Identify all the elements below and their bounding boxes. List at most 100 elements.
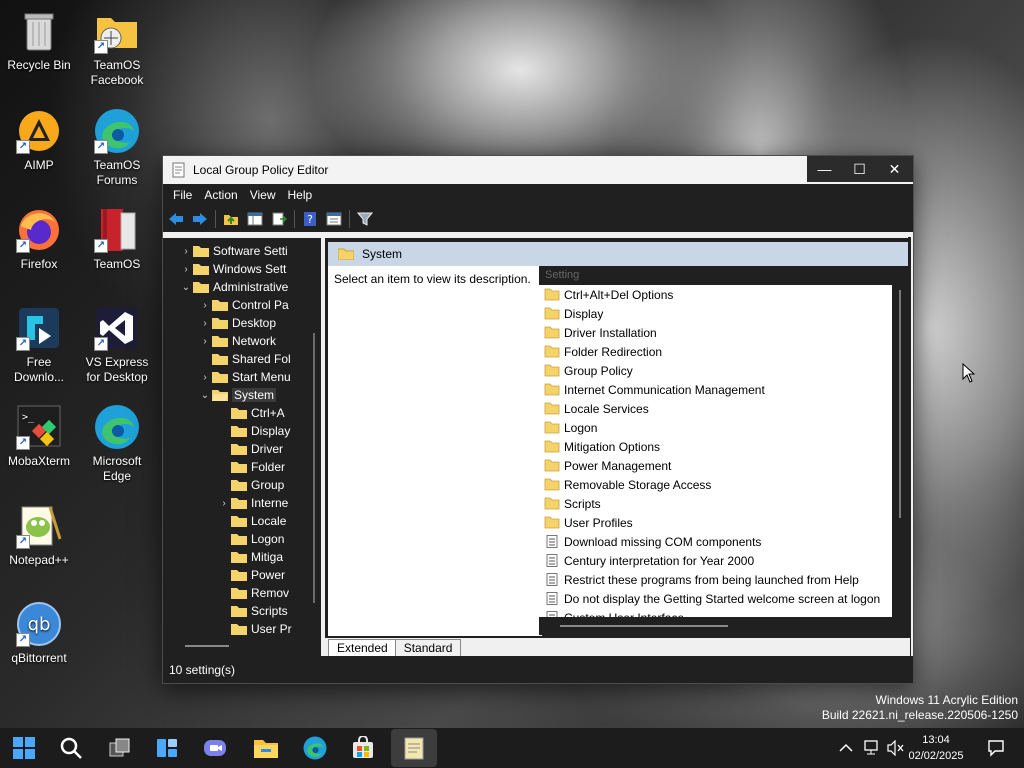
- network-icon[interactable]: [858, 732, 884, 764]
- list-item-setting[interactable]: Custom User Interface: [539, 608, 684, 617]
- desktop-icon-recycle-bin[interactable]: Recycle Bin: [0, 8, 78, 73]
- desktop-icon-teamos[interactable]: ↗ TeamOS: [78, 207, 156, 272]
- menu-help[interactable]: Help: [282, 188, 319, 202]
- list-item-folder[interactable]: Mitigation Options: [539, 437, 660, 456]
- tree-expander-icon[interactable]: ›: [198, 372, 212, 383]
- store-icon[interactable]: [347, 732, 379, 764]
- tree-node[interactable]: Mitiga: [217, 548, 283, 566]
- notification-icon[interactable]: [982, 732, 1010, 764]
- tree-node[interactable]: ⌄ System: [198, 386, 277, 404]
- tab-standard[interactable]: Standard: [394, 639, 462, 656]
- file-explorer-icon[interactable]: [250, 732, 282, 764]
- window-title: Local Group Policy Editor: [193, 163, 329, 177]
- tree-expander-icon[interactable]: ›: [217, 498, 231, 509]
- desktop-icon-notepadpp[interactable]: ↗ Notepad++: [0, 503, 78, 568]
- list-horizontal-scrollbar[interactable]: [560, 625, 728, 627]
- chevron-up-icon[interactable]: [832, 732, 860, 764]
- tree-node[interactable]: › Software Setti: [179, 242, 287, 260]
- forward-icon[interactable]: [191, 210, 209, 228]
- tree-node[interactable]: Logon: [217, 530, 284, 548]
- desktop-icon-teamos-forums[interactable]: ↗ TeamOS Forums: [78, 108, 156, 188]
- tree-horizontal-scrollbar[interactable]: [185, 645, 229, 647]
- tree-node[interactable]: Folder: [217, 458, 285, 476]
- desktop-icon-microsoft-edge[interactable]: Microsoft Edge: [78, 404, 156, 484]
- tree-vertical-scrollbar[interactable]: [313, 333, 315, 603]
- up-folder-icon[interactable]: [222, 210, 240, 228]
- tree-node[interactable]: Shared Fol: [198, 350, 291, 368]
- tab-extended[interactable]: Extended: [328, 639, 397, 656]
- list-item-folder[interactable]: Power Management: [539, 456, 671, 475]
- list-item-setting[interactable]: Do not display the Getting Started welco…: [539, 589, 880, 608]
- list-item-folder[interactable]: Ctrl+Alt+Del Options: [539, 285, 673, 304]
- desktop-icon-aimp[interactable]: ↗ AIMP: [0, 108, 78, 173]
- desktop-icon-free-download-manager[interactable]: ↗ Free Downlo...: [0, 305, 78, 385]
- list-item-folder[interactable]: Display: [539, 304, 603, 323]
- notepad-icon[interactable]: [391, 729, 437, 767]
- list-item-folder[interactable]: User Profiles: [539, 513, 633, 532]
- list-item-folder[interactable]: Internet Communication Management: [539, 380, 765, 399]
- tree-expander-icon[interactable]: ⌄: [198, 390, 212, 401]
- tree-node[interactable]: › Desktop: [198, 314, 276, 332]
- tree-node[interactable]: Ctrl+A: [217, 404, 285, 422]
- tree-node[interactable]: › Control Pa: [198, 296, 288, 314]
- tree-node[interactable]: › Interne: [217, 494, 288, 512]
- tree-expander-icon[interactable]: ›: [198, 300, 212, 311]
- filter-icon[interactable]: [356, 210, 374, 228]
- teamos-book-icon: ↗: [94, 207, 140, 253]
- tree-expander-icon[interactable]: ›: [179, 246, 193, 257]
- tree-expander-icon[interactable]: ⌄: [179, 282, 193, 293]
- tree-expander-icon[interactable]: ›: [198, 336, 212, 347]
- list-item-folder[interactable]: Group Policy: [539, 361, 633, 380]
- list-item-folder[interactable]: Removable Storage Access: [539, 475, 711, 494]
- tree-node[interactable]: ⌄ Administrative: [179, 278, 289, 296]
- minimize-button[interactable]: —: [807, 156, 842, 182]
- menu-file[interactable]: File: [167, 188, 198, 202]
- tree-node[interactable]: Display: [217, 422, 290, 440]
- column-header-setting[interactable]: Setting: [545, 269, 579, 281]
- tree-node[interactable]: Group: [217, 476, 284, 494]
- tree-node[interactable]: › Start Menu: [198, 368, 290, 386]
- tree-node[interactable]: Power: [217, 566, 285, 584]
- list-item-folder[interactable]: Scripts: [539, 494, 601, 513]
- list-vertical-scrollbar[interactable]: [899, 290, 901, 518]
- system-clock[interactable]: 13:04 02/02/2025: [906, 732, 966, 764]
- tree-node[interactable]: › Network: [198, 332, 276, 350]
- desktop-icon-vs-express[interactable]: ↗ VS Express for Desktop: [78, 305, 156, 385]
- tree-node[interactable]: Scripts: [217, 602, 288, 620]
- start-icon[interactable]: [8, 732, 40, 764]
- widgets-icon[interactable]: [151, 732, 183, 764]
- desktop-icon-qbittorrent[interactable]: qb ↗ qBittorrent: [0, 601, 78, 666]
- desktop-icon-mobaxterm[interactable]: >_ ↗ MobaXterm: [0, 404, 78, 469]
- search-icon[interactable]: [55, 732, 87, 764]
- list-item-folder[interactable]: Folder Redirection: [539, 342, 662, 361]
- list-item-folder[interactable]: Locale Services: [539, 399, 649, 418]
- list-item-setting[interactable]: Download missing COM components: [539, 532, 761, 551]
- maximize-button[interactable]: ☐: [842, 156, 877, 182]
- list-item-folder[interactable]: Logon: [539, 418, 597, 437]
- desktop-icon-teamos-facebook[interactable]: ↗ TeamOS Facebook: [78, 8, 156, 88]
- close-button[interactable]: ✕: [877, 156, 912, 182]
- tree-node[interactable]: › Windows Sett: [179, 260, 286, 278]
- properties-icon[interactable]: [325, 210, 343, 228]
- title-bar[interactable]: Local Group Policy Editor — ☐ ✕: [163, 156, 913, 184]
- task-view-icon[interactable]: [104, 732, 136, 764]
- list-item-setting[interactable]: Century interpretation for Year 2000: [539, 551, 754, 570]
- tree-expander-icon[interactable]: ›: [179, 264, 193, 275]
- menu-action[interactable]: Action: [198, 188, 243, 202]
- help-icon[interactable]: ?: [301, 210, 319, 228]
- list-item-label: Removable Storage Access: [564, 477, 712, 492]
- teams-chat-icon[interactable]: [199, 732, 231, 764]
- desktop-icon-firefox[interactable]: ↗ Firefox: [0, 207, 78, 272]
- edge-icon[interactable]: [299, 732, 331, 764]
- tree-node[interactable]: User Pr: [217, 620, 292, 638]
- list-item-setting[interactable]: Restrict these programs from being launc…: [539, 570, 859, 589]
- menu-view[interactable]: View: [244, 188, 282, 202]
- show-hide-tree-icon[interactable]: [246, 210, 264, 228]
- list-item-folder[interactable]: Driver Installation: [539, 323, 657, 342]
- tree-expander-icon[interactable]: ›: [198, 318, 212, 329]
- export-list-icon[interactable]: [270, 210, 288, 228]
- back-icon[interactable]: [167, 210, 185, 228]
- tree-node[interactable]: Remov: [217, 584, 289, 602]
- tree-node[interactable]: Driver: [217, 440, 283, 458]
- tree-node[interactable]: Locale: [217, 512, 286, 530]
